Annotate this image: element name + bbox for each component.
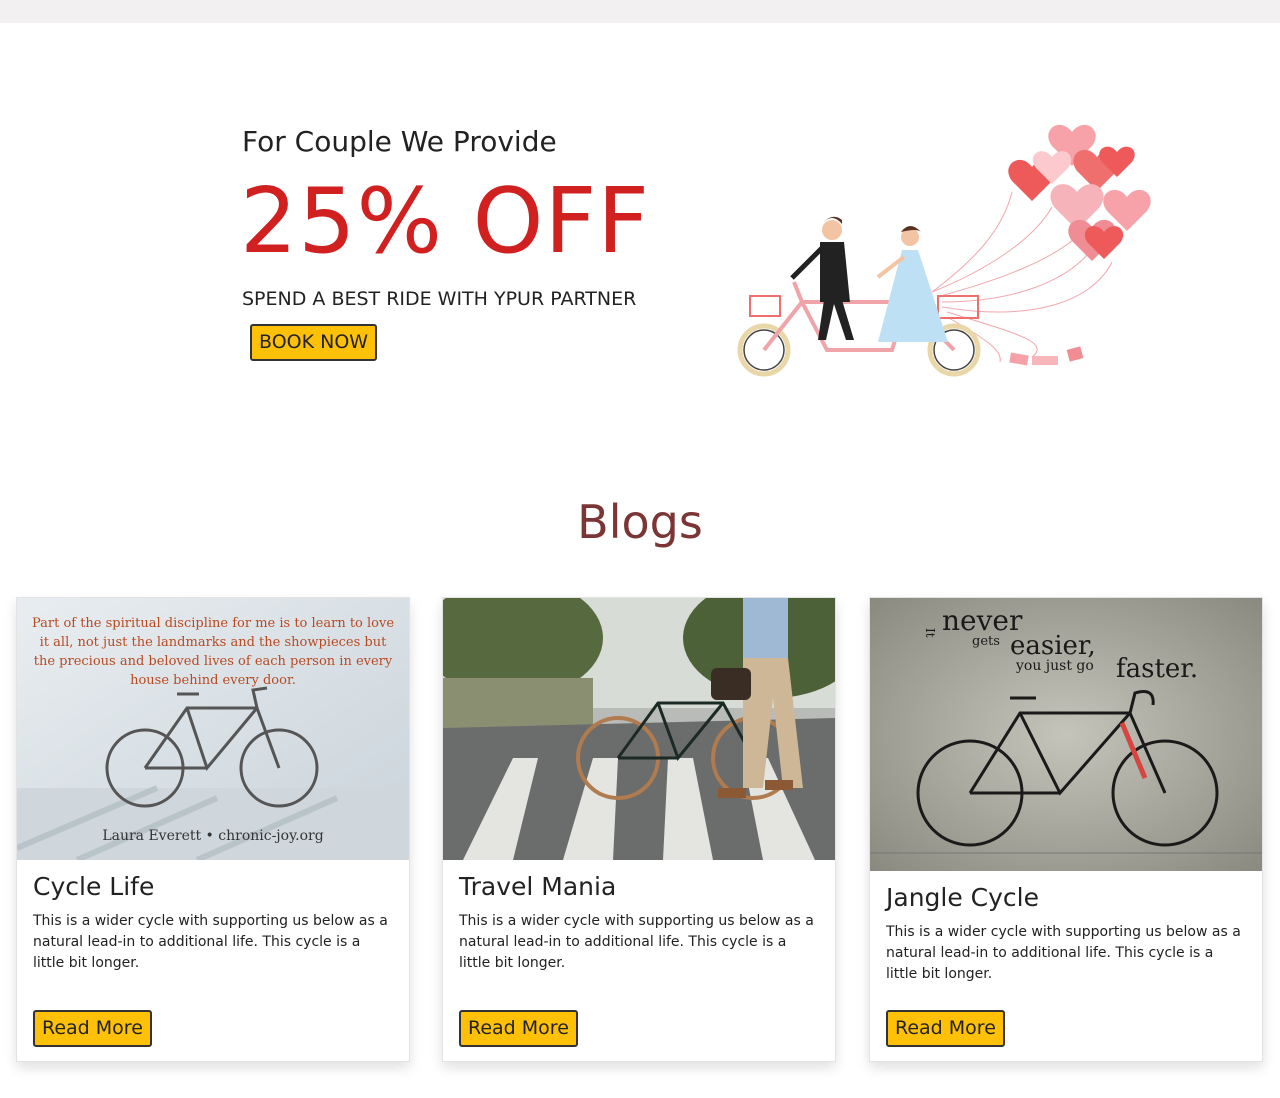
read-more-button[interactable]: Read More xyxy=(886,1010,1005,1047)
heart-balloons xyxy=(1008,124,1151,261)
top-nav-bar xyxy=(0,0,1280,23)
poster-text-easier: easier, xyxy=(1010,631,1096,661)
quote-bicycle-image: Part of the spiritual discipline for me … xyxy=(17,598,409,860)
card-text: This is a wider cycle with supporting us… xyxy=(459,913,814,971)
blogs-heading: Blogs xyxy=(577,495,703,549)
poster-text-it: It xyxy=(923,628,937,638)
image-credit-text: Laura Everett • chronic-joy.org xyxy=(102,828,324,844)
card-title: Travel Mania xyxy=(459,872,617,901)
card-text: This is a wider cycle with supporting us… xyxy=(33,913,388,971)
blog-card-travel-mania: Travel Mania This is a wider cycle with … xyxy=(442,597,836,1062)
blog-card-cycle-life: Part of the spiritual discipline for me … xyxy=(16,597,410,1062)
woman-rider xyxy=(876,226,948,342)
card-text: This is a wider cycle with supporting us… xyxy=(886,924,1241,982)
book-now-button[interactable]: BOOK NOW xyxy=(250,324,378,361)
blog-card-jangle-cycle: It never gets easier, you just go faster… xyxy=(869,597,1263,1062)
track-bicycle-poster: It never gets easier, you just go faster… xyxy=(870,598,1262,871)
image-quote-text: Part of the spiritual discipline for me … xyxy=(31,616,395,688)
promo-discount: 25% OFF xyxy=(240,169,651,274)
read-more-button[interactable]: Read More xyxy=(33,1010,152,1047)
blog-card-image: Part of the spiritual discipline for me … xyxy=(17,598,409,860)
card-title: Jangle Cycle xyxy=(886,883,1040,912)
blog-card-image: It never gets easier, you just go faster… xyxy=(870,598,1262,871)
blog-card-image xyxy=(443,598,835,860)
promo-section: For Couple We Provide 25% OFF SPEND A BE… xyxy=(240,120,702,361)
read-more-button[interactable]: Read More xyxy=(459,1010,578,1047)
man-rider xyxy=(790,216,854,340)
poster-text-gets: gets xyxy=(972,634,1000,649)
gift-tags xyxy=(1009,346,1084,366)
poster-text-faster: faster. xyxy=(1116,654,1198,684)
promo-subtitle: For Couple We Provide xyxy=(242,125,557,158)
card-title: Cycle Life xyxy=(33,872,155,901)
tandem-couple-illustration xyxy=(737,124,1151,377)
street-bicycle-photo xyxy=(443,598,835,860)
poster-text-you-just-go: you just go xyxy=(1015,658,1094,674)
promo-tagline: SPEND A BEST RIDE WITH YPUR PARTNER xyxy=(242,288,637,310)
